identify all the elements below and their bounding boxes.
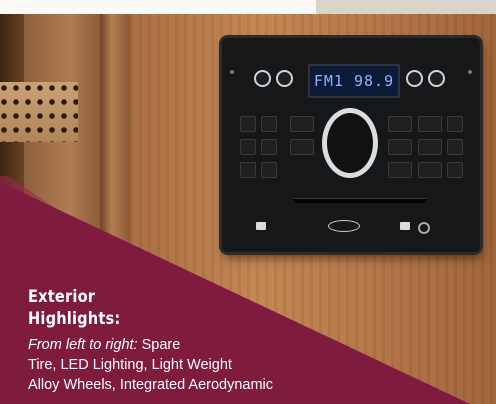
stereo-button [447,139,463,155]
mode-buttons [290,116,314,155]
photo-scene: FM1 98.9 Exterior Highlights: From left … [0,0,496,404]
stereo-button [388,139,412,155]
stereo-button [290,116,314,132]
caption-body-line3: Alloy Wheels, Integrated Aerodynamic [28,377,274,393]
brand-logo [328,220,360,232]
stereo-button [388,162,412,178]
knob-left-2 [276,70,293,87]
caption-heading-line1: Exterior [28,287,96,307]
knob-left-1 [254,70,271,87]
stereo-unit: FM1 98.9 [222,38,480,252]
stereo-bottom-row [250,220,460,234]
stereo-button [261,116,277,132]
stereo-display: FM1 98.9 [308,64,400,98]
stereo-button [240,162,256,178]
caption-body-line2: Tire, LED Lighting, Light Weight [28,357,232,373]
caption-body-line1-rest: Spare [137,337,181,353]
stereo-button [418,162,442,178]
stereo-button [447,162,463,178]
caption-heading-line2: Highlights: [28,309,121,329]
stereo-button [447,116,463,132]
stereo-button [240,116,256,132]
usb-icon [256,222,266,230]
screw [468,70,472,74]
caption-body: From left to right: Spare Tire, LED Ligh… [28,335,468,395]
top-strip [0,0,496,14]
stereo-button [261,139,277,155]
top-strip-segment [316,0,496,14]
stereo-button [418,139,442,155]
decorative-pattern [0,82,78,142]
caption-heading: Exterior Highlights: [28,286,406,330]
knob-right-1 [406,70,423,87]
disc-slot [294,198,426,203]
preset-buttons [240,116,277,178]
screw [230,70,234,74]
source-buttons [388,116,412,178]
aux-jack-icon [418,222,430,234]
usb-port-icon [400,222,410,230]
function-buttons [418,116,463,178]
knob-right-2 [428,70,445,87]
stereo-button [388,116,412,132]
stereo-button [261,162,277,178]
stereo-button [240,139,256,155]
stereo-button [290,139,314,155]
caption-block: Exterior Highlights: From left to right:… [28,286,468,395]
stereo-button [418,116,442,132]
caption-intro: From left to right: [28,337,138,353]
caption-body-line1: From left to right: Spare [28,335,468,355]
volume-dial [322,108,378,178]
